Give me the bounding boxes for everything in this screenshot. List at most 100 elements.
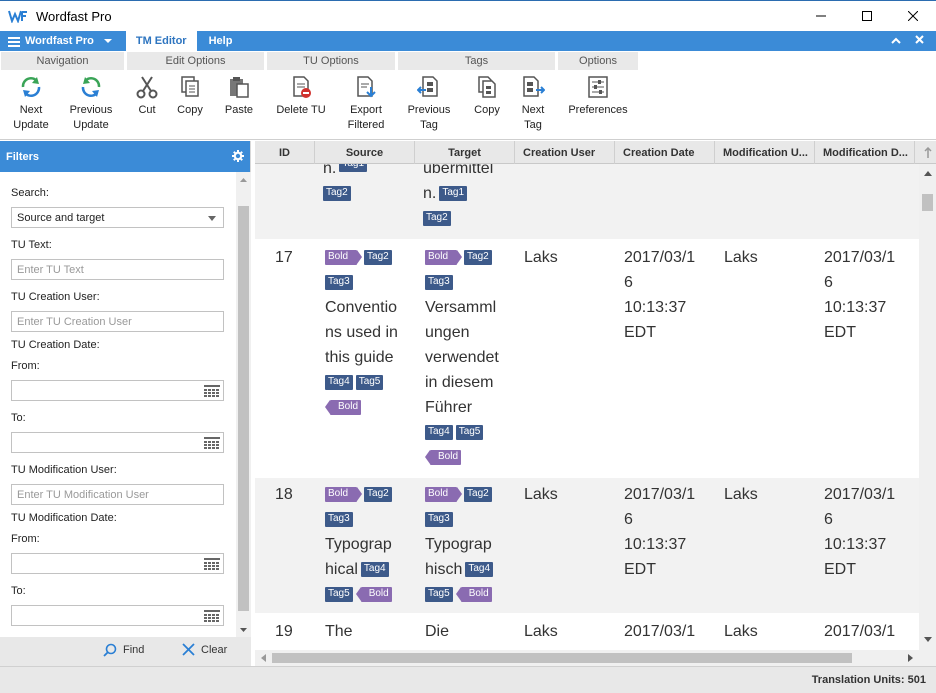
table-row[interactable]: 19 The Die Laks 2017/03/1 Laks 2017/03/1 bbox=[255, 615, 919, 650]
gear-icon[interactable] bbox=[232, 150, 244, 165]
tag-icon[interactable]: Tag1 bbox=[439, 186, 468, 201]
scroll-down-icon[interactable] bbox=[236, 622, 251, 637]
calendar-icon[interactable] bbox=[204, 558, 220, 573]
copy-button[interactable]: Copy bbox=[172, 73, 208, 118]
tag-icon[interactable]: Tag5 bbox=[355, 375, 384, 390]
grid-hscroll-thumb[interactable] bbox=[272, 653, 852, 663]
wf-logo-icon bbox=[8, 9, 28, 24]
creation-user-input[interactable]: Enter TU Creation User bbox=[11, 311, 224, 332]
tag-icon[interactable]: Tag3 bbox=[425, 512, 453, 527]
mod-to-date-input[interactable] bbox=[11, 605, 224, 626]
calendar-icon[interactable] bbox=[204, 385, 220, 400]
tag-icon[interactable]: Tag2 bbox=[364, 250, 392, 265]
tag-icon[interactable]: Tag3 bbox=[425, 275, 453, 290]
tag-icon[interactable]: Tag4 bbox=[325, 375, 353, 390]
bold-close-tag-icon[interactable]: Bold bbox=[424, 450, 462, 465]
filters-scroll-thumb[interactable] bbox=[238, 206, 249, 611]
tab-tm-editor[interactable]: TM Editor bbox=[125, 31, 197, 51]
mod-date-cell: 2017/03/1 6 10:13:37 EDT bbox=[824, 482, 895, 582]
close-tab-icon[interactable] bbox=[915, 35, 924, 47]
tag-icon[interactable]: Tag2 bbox=[364, 487, 392, 502]
target-cell[interactable]: Die bbox=[425, 619, 449, 644]
preferences-button[interactable]: Preferences bbox=[565, 73, 631, 118]
tab-help[interactable]: Help bbox=[197, 31, 245, 51]
next-tag-button[interactable]: Next Tag bbox=[517, 73, 549, 133]
table-row[interactable]: n.Tag1 Tag2 übermittel n.Tag1 Tag2 bbox=[255, 164, 919, 239]
source-cell[interactable]: Bold Tag2 Tag3 Conventio ns used in this … bbox=[324, 245, 398, 420]
source-cell[interactable]: The bbox=[325, 619, 353, 644]
close-button[interactable] bbox=[890, 1, 936, 31]
source-cell[interactable]: Bold Tag2 Tag3 Typograp hical Tag4 Tag5 Bol… bbox=[325, 482, 392, 607]
calendar-icon[interactable] bbox=[204, 610, 220, 625]
bold-tag-icon[interactable]: Bold bbox=[425, 250, 463, 265]
collapse-ribbon-icon[interactable] bbox=[891, 35, 901, 47]
bold-tag-icon[interactable]: Bold bbox=[425, 487, 463, 502]
scroll-up-icon[interactable] bbox=[236, 172, 251, 187]
target-text: Führer bbox=[425, 399, 473, 416]
tu-text-label: TU Text: bbox=[11, 239, 52, 251]
scroll-up-icon[interactable] bbox=[920, 166, 935, 181]
tag-icon[interactable]: Tag5 bbox=[425, 587, 453, 602]
tag-icon[interactable]: Tag2 bbox=[464, 487, 492, 502]
bold-close-tag-icon[interactable]: Bold bbox=[324, 400, 362, 415]
next-update-button[interactable]: Next Update bbox=[11, 73, 51, 133]
tag-icon[interactable]: Tag2 bbox=[323, 186, 351, 201]
bold-close-tag-icon[interactable]: Bold bbox=[355, 587, 392, 602]
creation-to-date-input[interactable] bbox=[11, 432, 224, 453]
previous-tag-button[interactable]: Previous Tag bbox=[405, 73, 453, 133]
mod-from-date-input[interactable] bbox=[11, 553, 224, 574]
tag-icon[interactable]: Tag4 bbox=[425, 425, 453, 440]
tag-icon[interactable]: Tag3 bbox=[325, 275, 353, 290]
column-creation-user[interactable]: Creation User bbox=[515, 141, 615, 164]
table-row[interactable]: 18 Bold Tag2 Tag3 Typograp hical Tag4 Tag5… bbox=[255, 478, 919, 613]
column-modification-date[interactable]: Modification D... bbox=[815, 141, 915, 164]
filters-scrollbar[interactable] bbox=[236, 172, 251, 637]
target-cell[interactable]: Bold Tag2 Tag3 Typograp hisch Tag4 Tag5 Bol… bbox=[425, 482, 494, 607]
tu-text-input[interactable]: Enter TU Text bbox=[11, 259, 224, 280]
bold-tag-icon[interactable]: Bold bbox=[325, 487, 363, 502]
scroll-down-icon[interactable] bbox=[920, 632, 935, 647]
scroll-left-icon[interactable] bbox=[256, 650, 271, 666]
target-cell[interactable]: Bold Tag2 Tag3 Versamml ungen verwendet i… bbox=[424, 245, 499, 470]
copy-tag-button[interactable]: Copy bbox=[470, 73, 504, 118]
app-menu[interactable]: Wordfast Pro bbox=[0, 31, 120, 51]
previous-update-button[interactable]: Previous Update bbox=[67, 73, 115, 133]
grid-vscroll-thumb[interactable] bbox=[922, 194, 933, 211]
tag-icon[interactable]: Tag1 bbox=[339, 164, 368, 172]
tag-icon[interactable]: Tag2 bbox=[464, 250, 492, 265]
paste-button[interactable]: Paste bbox=[222, 73, 256, 118]
clear-button[interactable]: Clear bbox=[182, 643, 227, 656]
tag-icon[interactable]: Tag4 bbox=[360, 562, 389, 577]
filters-footer: Find Clear bbox=[0, 637, 251, 666]
tag-icon[interactable]: Tag5 bbox=[455, 425, 484, 440]
target-cell[interactable]: übermittel n. Tag1 Tag2 bbox=[423, 164, 493, 231]
tag-icon[interactable]: Tag4 bbox=[465, 562, 494, 577]
tag-icon[interactable]: Tag2 bbox=[423, 211, 451, 226]
column-target[interactable]: Target bbox=[415, 141, 515, 164]
column-source[interactable]: Source bbox=[315, 141, 415, 164]
creation-from-date-input[interactable] bbox=[11, 380, 224, 401]
minimize-button[interactable] bbox=[798, 1, 844, 31]
scroll-right-icon[interactable] bbox=[903, 650, 918, 666]
calendar-icon[interactable] bbox=[204, 437, 220, 452]
grid-vertical-scrollbar[interactable] bbox=[919, 164, 936, 650]
column-id[interactable]: ID bbox=[255, 141, 315, 164]
bold-tag-icon[interactable]: Bold bbox=[325, 250, 363, 265]
search-scope-select[interactable]: Source and target bbox=[11, 207, 224, 228]
grid-horizontal-scrollbar[interactable] bbox=[255, 650, 919, 666]
mod-user-input[interactable]: Enter TU Modification User bbox=[11, 484, 224, 505]
delete-tu-button[interactable]: Delete TU bbox=[275, 73, 327, 118]
table-row[interactable]: 17 Bold Tag2 Tag3 Conventio ns used in th… bbox=[255, 241, 919, 476]
maximize-button[interactable] bbox=[844, 1, 890, 31]
sort-icon[interactable] bbox=[919, 141, 936, 164]
column-creation-date[interactable]: Creation Date bbox=[615, 141, 715, 164]
column-modification-user[interactable]: Modification U... bbox=[715, 141, 815, 164]
tag-icon[interactable]: Tag5 bbox=[325, 587, 353, 602]
cut-button[interactable]: Cut bbox=[131, 73, 163, 118]
tag-icon[interactable]: Tag3 bbox=[325, 512, 353, 527]
export-filtered-button[interactable]: Export Filtered bbox=[344, 73, 388, 133]
find-button[interactable]: Find bbox=[103, 643, 144, 657]
source-cell[interactable]: n.Tag1 Tag2 bbox=[323, 164, 368, 206]
export-filtered-label-2: Filtered bbox=[347, 119, 385, 131]
bold-close-tag-icon[interactable]: Bold bbox=[455, 587, 492, 602]
